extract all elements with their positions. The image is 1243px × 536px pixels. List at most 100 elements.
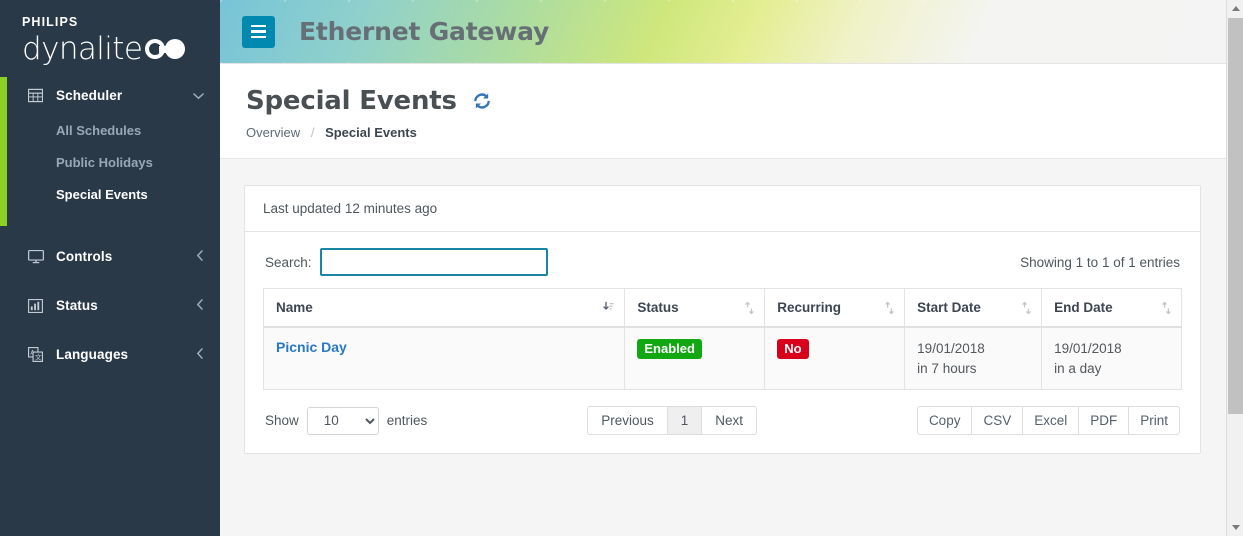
column-header-status-label: Status <box>637 300 679 315</box>
bar-chart-icon <box>28 298 48 313</box>
chevron-down-icon[interactable] <box>193 90 204 102</box>
sort-both-icon <box>1162 301 1171 315</box>
chevron-left-icon[interactable] <box>196 250 204 263</box>
column-header-start-date[interactable]: Start Date <box>904 288 1043 328</box>
last-updated-text: Last updated 12 minutes ago <box>245 186 1200 232</box>
scroll-down-arrow-icon[interactable] <box>1227 519 1243 536</box>
column-header-name[interactable]: Name <box>262 288 626 328</box>
breadcrumb: Overview / Special Events <box>246 125 1243 140</box>
event-name-link[interactable]: Picnic Day <box>276 339 347 355</box>
sort-desc-icon <box>603 301 614 315</box>
sidebar-item-controls[interactable]: Controls <box>0 238 220 275</box>
sidebar-item-languages-label: Languages <box>56 347 129 362</box>
table-header-row: Name Status Recurring Start Date End Dat… <box>262 288 1182 328</box>
brand-logo: PHILIPS dynalite <box>0 0 220 77</box>
column-header-end-date-label: End Date <box>1054 300 1113 315</box>
end-date-relative: in a day <box>1054 360 1102 376</box>
sidebar-subnav-scheduler: All Schedules Public Holidays Special Ev… <box>0 114 220 226</box>
excel-button[interactable]: Excel <box>1022 406 1080 436</box>
end-date-value: 19/01/2018 <box>1054 341 1122 356</box>
showing-entries-info: Showing 1 to 1 of 1 entries <box>1020 254 1180 270</box>
pagination-previous-button[interactable]: Previous <box>587 406 668 436</box>
pagination-page-1-button[interactable]: 1 <box>666 406 703 436</box>
scroll-up-arrow-icon[interactable] <box>1227 0 1243 17</box>
sort-both-icon <box>745 301 754 315</box>
topbar-title: Ethernet Gateway <box>299 17 550 46</box>
sidebar-item-all-schedules-label: All Schedules <box>56 122 142 138</box>
svg-text:文: 文 <box>35 352 42 361</box>
table-row: Picnic Day Enabled No 19/01/2018 in 7 ho… <box>262 326 1182 391</box>
content-area: Last updated 12 minutes ago Search: Show… <box>220 159 1243 536</box>
search-input[interactable] <box>319 248 548 276</box>
sort-both-icon <box>885 301 894 315</box>
desktop-monitor-icon <box>28 249 48 264</box>
entries-label: entries <box>386 413 428 429</box>
csv-button[interactable]: CSV <box>971 406 1024 436</box>
length-menu: Show 10 25 50 100 entries <box>265 406 428 435</box>
cell-end-date: 19/01/2018 in a day <box>1041 326 1182 391</box>
dynalite-logo-mark-icon <box>145 39 186 59</box>
calendar-grid-icon <box>28 88 48 103</box>
table-header: Name Status Recurring Start Date End Dat… <box>262 288 1182 328</box>
cell-name: Picnic Day <box>262 326 626 391</box>
start-date-value: 19/01/2018 <box>917 341 985 356</box>
scrollbar-thumb[interactable] <box>1228 18 1243 414</box>
special-events-table: Name Status Recurring Start Date End Dat… <box>262 288 1182 391</box>
sidebar-item-special-events[interactable]: Special Events <box>0 178 220 210</box>
sidebar-item-languages[interactable]: A 文 Languages <box>0 336 220 373</box>
page-header: Special Events Overview / Special Events <box>220 64 1243 159</box>
page-scrollbar[interactable] <box>1226 0 1243 536</box>
sidebar-item-scheduler[interactable]: Scheduler <box>0 77 220 114</box>
main-content: Ethernet Gateway Special Events Overview… <box>220 0 1243 536</box>
sidebar-item-public-holidays[interactable]: Public Holidays <box>0 146 220 178</box>
show-label: Show <box>265 413 299 429</box>
cell-status: Enabled <box>624 326 766 391</box>
chevron-left-icon[interactable] <box>196 348 204 361</box>
special-events-panel: Last updated 12 minutes ago Search: Show… <box>244 185 1201 455</box>
column-header-status[interactable]: Status <box>624 288 766 328</box>
page-title: Special Events <box>246 86 457 116</box>
search-group: Search: <box>265 248 548 276</box>
chevron-left-icon[interactable] <box>196 299 204 312</box>
sidebar-item-scheduler-label: Scheduler <box>56 88 123 103</box>
pagination-next-button[interactable]: Next <box>701 406 758 436</box>
status-badge: Enabled <box>637 339 702 360</box>
sidebar-item-all-schedules[interactable]: All Schedules <box>0 114 220 146</box>
export-buttons-group: Copy CSV Excel PDF Print <box>916 406 1180 436</box>
table-controls-top: Search: Showing 1 to 1 of 1 entries <box>263 248 1182 276</box>
search-label: Search: <box>265 254 312 270</box>
column-header-name-label: Name <box>276 300 313 315</box>
column-header-start-date-label: Start Date <box>917 300 981 315</box>
refresh-sync-icon[interactable] <box>471 90 493 112</box>
breadcrumb-parent[interactable]: Overview <box>246 125 300 140</box>
breadcrumb-current: Special Events <box>325 125 417 140</box>
breadcrumb-separator: / <box>310 125 315 140</box>
sidebar-item-status[interactable]: Status <box>0 287 220 324</box>
sidebar-item-controls-label: Controls <box>56 249 113 264</box>
pdf-button[interactable]: PDF <box>1078 406 1130 436</box>
recurring-badge: No <box>777 339 809 360</box>
copy-button[interactable]: Copy <box>916 406 973 436</box>
sidebar-section-scheduler: Scheduler All Schedules Public Holidays … <box>0 77 220 226</box>
column-header-end-date[interactable]: End Date <box>1041 288 1182 328</box>
entries-per-page-select[interactable]: 10 25 50 100 <box>306 406 379 435</box>
sidebar-item-public-holidays-label: Public Holidays <box>56 154 153 170</box>
brand-philips-text: PHILIPS <box>22 15 79 29</box>
sidebar-item-special-events-label: Special Events <box>56 186 148 202</box>
panel-body: Search: Showing 1 to 1 of 1 entries Name <box>245 232 1200 453</box>
topbar: Ethernet Gateway <box>220 0 1243 64</box>
pagination: Previous 1 Next <box>587 406 758 436</box>
table-controls-bottom: Show 10 25 50 100 entries Previous 1 <box>263 406 1182 436</box>
cell-recurring: No <box>764 326 906 391</box>
sort-both-icon <box>1022 301 1031 315</box>
app-root: PHILIPS dynalite Scheduler All Schedules… <box>0 0 1243 536</box>
hamburger-menu-icon[interactable] <box>242 15 275 48</box>
print-button[interactable]: Print <box>1128 406 1180 436</box>
column-header-recurring[interactable]: Recurring <box>764 288 906 328</box>
language-icon: A 文 <box>28 347 48 362</box>
start-date-relative: in 7 hours <box>917 360 977 376</box>
sidebar-item-status-label: Status <box>56 298 98 313</box>
